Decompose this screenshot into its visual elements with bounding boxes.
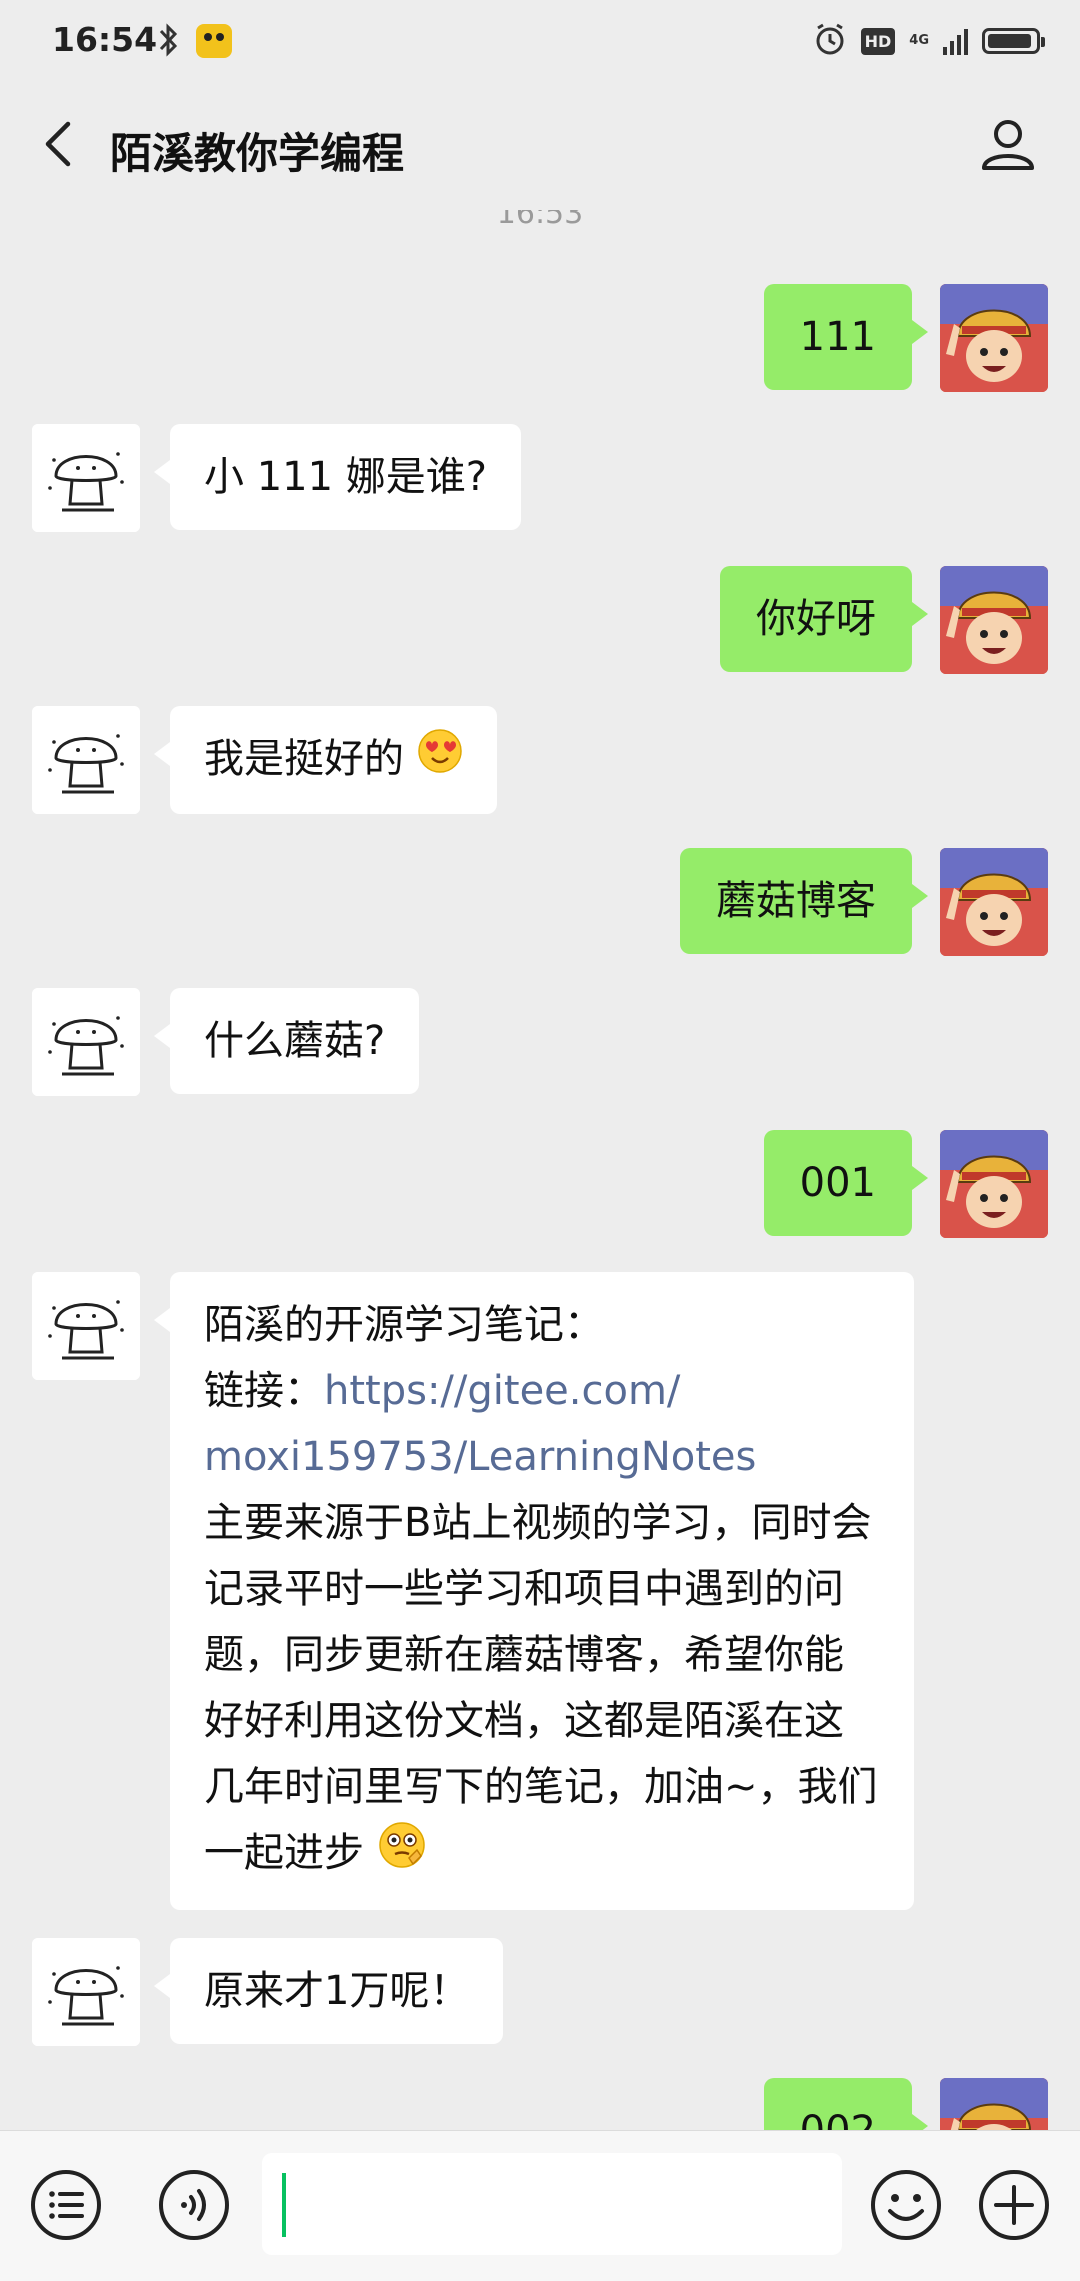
- signal-icon: [943, 27, 968, 55]
- avatar[interactable]: [940, 284, 1048, 392]
- message-text: 什么蘑菇?: [204, 1018, 386, 1064]
- avatar[interactable]: [940, 566, 1048, 674]
- smiley-icon[interactable]: [868, 2167, 944, 2243]
- avatar[interactable]: [32, 1272, 140, 1380]
- text-cursor: [282, 2173, 286, 2237]
- network-type: 4G: [909, 33, 929, 48]
- message-text: 主要来源于B站上视频的学习，同时会记录平时一些学习和项目中遇到的问题，同步更新在…: [204, 1500, 878, 1876]
- chevron-left-icon[interactable]: [36, 116, 84, 172]
- thinking-emoji: [377, 1820, 427, 1890]
- list-icon[interactable]: [28, 2167, 104, 2243]
- message-text: 我是挺好的: [204, 736, 404, 782]
- avatar[interactable]: [940, 848, 1048, 956]
- battery-icon: [982, 28, 1045, 54]
- status-indicators: HD 4G: [813, 22, 1045, 60]
- heart-eyes-emoji: [417, 728, 463, 794]
- message-bubble-outgoing[interactable]: 你好呀: [720, 566, 928, 672]
- avatar[interactable]: [940, 2078, 1048, 2130]
- link-label: 链接：: [204, 1368, 324, 1414]
- input-bar: [0, 2130, 1080, 2281]
- page-title: 陌溪教你学编程: [110, 129, 405, 178]
- message-text: 002: [800, 2108, 876, 2130]
- message-bubble-outgoing[interactable]: 111: [763, 284, 929, 390]
- message-bubble-incoming[interactable]: 我是挺好的: [154, 706, 497, 814]
- bluetooth-icon: [158, 22, 180, 62]
- person-icon[interactable]: [978, 114, 1038, 174]
- message-bubble-outgoing[interactable]: 蘑菇博客: [680, 848, 928, 954]
- app-notification-icon: [196, 24, 232, 58]
- message-text: 蘑菇博客: [716, 878, 876, 924]
- avatar[interactable]: [32, 706, 140, 814]
- message-text: 001: [799, 1160, 876, 1206]
- message-text: 小 111 娜是谁?: [204, 454, 488, 500]
- message-line: 陌溪的开源学习笔记：: [204, 1302, 604, 1348]
- avatar[interactable]: [32, 1938, 140, 2046]
- message-bubble-outgoing[interactable]: 001: [763, 1130, 929, 1236]
- message-text: 原来才1万呢！: [204, 1968, 470, 2014]
- gitee-link-continued[interactable]: moxi159753/LearningNotes: [204, 1424, 880, 1490]
- plus-icon[interactable]: [976, 2167, 1052, 2243]
- message-timestamp: 16:53: [496, 210, 584, 231]
- message-bubble-incoming[interactable]: 什么蘑菇?: [153, 988, 420, 1094]
- message-bubble-incoming[interactable]: 小 111 娜是谁?: [153, 424, 522, 530]
- status-time: 16:54: [52, 20, 158, 59]
- message-text: 你好呀: [756, 596, 876, 642]
- gitee-link[interactable]: https://gitee.com/: [324, 1368, 680, 1414]
- message-bubble-outgoing[interactable]: 002: [763, 2078, 929, 2130]
- alarm-icon: [813, 22, 847, 60]
- voice-icon[interactable]: [156, 2167, 232, 2243]
- message-input[interactable]: [262, 2153, 842, 2255]
- message-text: 111: [799, 314, 876, 360]
- status-bar: 16:54 HD 4G: [0, 0, 1080, 86]
- avatar[interactable]: [32, 988, 140, 1096]
- avatar[interactable]: [940, 1130, 1048, 1238]
- chat-header: 陌溪教你学编程: [0, 86, 1080, 210]
- chat-messages[interactable]: 16:53 111 小 111 娜是谁? 你好呀 我是挺好的 蘑菇博客 什么蘑菇…: [0, 210, 1080, 2130]
- message-bubble-incoming[interactable]: 陌溪的开源学习笔记： 链接：https://gitee.com/ moxi159…: [154, 1272, 914, 1910]
- message-body: 主要来源于B站上视频的学习，同时会记录平时一些学习和项目中遇到的问题，同步更新在…: [204, 1490, 880, 1890]
- message-bubble-incoming[interactable]: 原来才1万呢！: [153, 1938, 504, 2044]
- avatar[interactable]: [32, 424, 140, 532]
- message-link-line: 链接：https://gitee.com/: [204, 1358, 880, 1424]
- hd-icon: HD: [860, 27, 896, 55]
